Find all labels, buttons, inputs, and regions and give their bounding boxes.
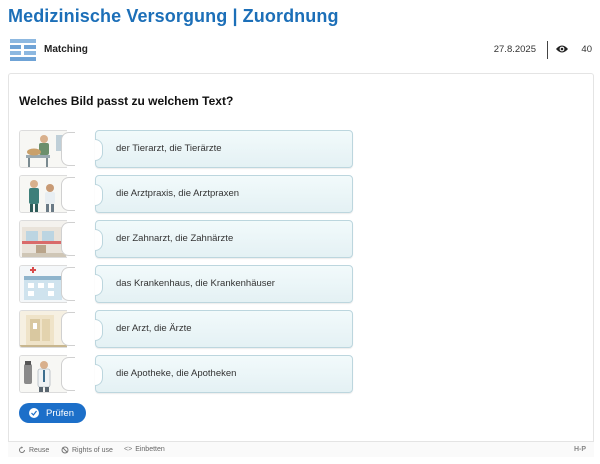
- match-row: das Krankenhaus, die Krankenhäuser: [19, 265, 353, 303]
- doctors-office-image[interactable]: [19, 175, 67, 213]
- check-button-label: Prüfen: [46, 408, 74, 419]
- page-title: Medizinische Versorgung | Zuordnung: [8, 6, 339, 26]
- embed-icon: <>: [124, 446, 133, 453]
- card-notch: [95, 364, 103, 386]
- match-row: der Tierarzt, die Tierärzte: [19, 130, 353, 168]
- draggable-text-card[interactable]: der Arzt, die Ärzte: [95, 310, 353, 348]
- card-label: der Tierarzt, die Tierärzte: [116, 143, 222, 154]
- view-count: 40: [581, 44, 592, 55]
- embed-link[interactable]: <> Einbetten: [124, 446, 165, 453]
- rights-icon: [61, 446, 69, 454]
- content-type-label: Matching: [44, 44, 88, 55]
- draggable-text-card[interactable]: der Zahnarzt, die Zahnärzte: [95, 220, 353, 258]
- date-text: 27.8.2025: [493, 44, 536, 55]
- drop-zone[interactable]: [61, 177, 75, 211]
- card-label: der Zahnarzt, die Zahnärzte: [116, 233, 234, 244]
- card-notch: [95, 274, 103, 296]
- pharmacy-image[interactable]: [19, 355, 67, 393]
- reuse-label: Reuse: [29, 446, 50, 454]
- reuse-icon: [19, 446, 25, 453]
- rights-link[interactable]: Rights of use: [61, 446, 113, 454]
- card-notch: [95, 319, 103, 341]
- check-circle-icon: [29, 408, 39, 418]
- rights-label: Rights of use: [72, 446, 113, 454]
- drop-zone[interactable]: [61, 312, 75, 346]
- drop-zone[interactable]: [61, 132, 75, 166]
- footer-bar: Reuse Rights of use <> Einbetten H-P: [8, 441, 594, 457]
- card-label: das Krankenhaus, die Krankenhäuser: [116, 278, 275, 289]
- draggable-text-card[interactable]: der Tierarzt, die Tierärzte: [95, 130, 353, 168]
- dentist-image[interactable]: [19, 220, 67, 258]
- draggable-text-card[interactable]: die Arztpraxis, die Arztpraxen: [95, 175, 353, 213]
- meta-bar: Matching 27.8.2025 40: [8, 36, 594, 64]
- match-row: der Zahnarzt, die Zahnärzte: [19, 220, 353, 258]
- card-notch: [95, 184, 103, 206]
- embed-label: Einbetten: [135, 446, 165, 453]
- content-card: Welches Bild passt zu welchem Text? der …: [8, 73, 594, 457]
- card-label: die Apotheke, die Apotheken: [116, 368, 237, 379]
- match-row: die Apotheke, die Apotheken: [19, 355, 353, 393]
- card-notch: [95, 139, 103, 161]
- draggable-text-card[interactable]: das Krankenhaus, die Krankenhäuser: [95, 265, 353, 303]
- drop-zone[interactable]: [61, 222, 75, 256]
- card-label: die Arztpraxis, die Arztpraxen: [116, 188, 240, 199]
- draggable-text-card[interactable]: die Apotheke, die Apotheken: [95, 355, 353, 393]
- drop-zone[interactable]: [61, 357, 75, 391]
- divider: [547, 41, 548, 59]
- card-notch: [95, 229, 103, 251]
- check-button[interactable]: Prüfen: [19, 403, 86, 423]
- matching-icon: [10, 39, 36, 61]
- h5p-logo[interactable]: H-P: [574, 446, 586, 453]
- drop-zone[interactable]: [61, 267, 75, 301]
- match-row: der Arzt, die Ärzte: [19, 310, 353, 348]
- question-text: Welches Bild passt zu welchem Text?: [19, 94, 234, 108]
- veterinarian-image[interactable]: [19, 130, 67, 168]
- hospital-image[interactable]: [19, 265, 67, 303]
- card-label: der Arzt, die Ärzte: [116, 323, 192, 334]
- doctor-image[interactable]: [19, 310, 67, 348]
- reuse-link[interactable]: Reuse: [18, 446, 49, 454]
- match-row: die Arztpraxis, die Arztpraxen: [19, 175, 353, 213]
- eye-icon: [556, 45, 568, 53]
